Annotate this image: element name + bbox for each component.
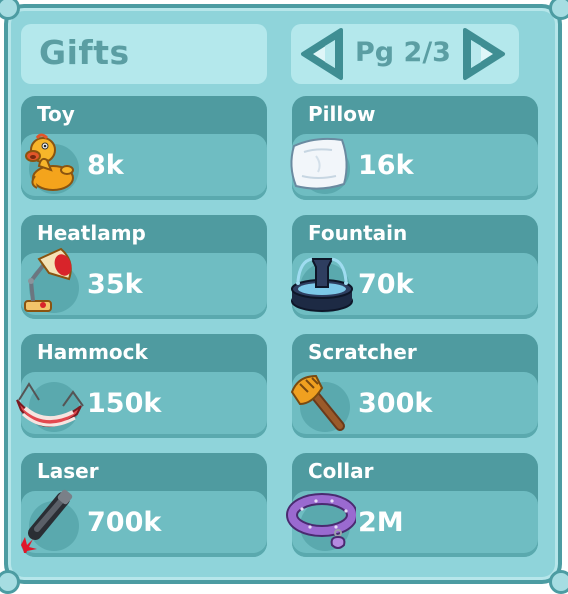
heatlamp-icon bbox=[24, 247, 72, 312]
gift-card-pillow[interactable]: Pillow 16k bbox=[290, 96, 538, 200]
panel-corner-bolt bbox=[549, 570, 568, 594]
gift-name: Laser bbox=[37, 459, 99, 483]
gift-name: Pillow bbox=[308, 102, 376, 126]
gift-name: Heatlamp bbox=[37, 221, 146, 245]
gift-card-fountain[interactable]: Fountain 70k bbox=[291, 215, 538, 319]
gift-price: 150k bbox=[87, 388, 162, 419]
pillow-icon bbox=[290, 137, 348, 190]
panel-corner-bolt bbox=[0, 570, 20, 594]
gift-card-toy[interactable]: Toy 8k bbox=[21, 96, 267, 200]
page-title: Gifts bbox=[39, 33, 130, 72]
page-navigator: Pg 2/3 bbox=[291, 24, 519, 84]
gift-price: 70k bbox=[358, 269, 414, 300]
gift-name: Scratcher bbox=[308, 340, 417, 364]
gift-name: Hammock bbox=[37, 340, 148, 364]
gift-price: 16k bbox=[358, 150, 414, 181]
collar-icon bbox=[286, 493, 356, 549]
fountain-icon bbox=[291, 257, 353, 312]
gift-price: 8k bbox=[87, 150, 124, 181]
previous-page-button[interactable] bbox=[297, 26, 347, 82]
rubber-duck-icon bbox=[25, 133, 74, 191]
page-indicator: Pg 2/3 bbox=[355, 37, 451, 68]
gift-price: 2M bbox=[358, 507, 404, 538]
next-page-button[interactable] bbox=[459, 26, 509, 82]
arrow-left-icon bbox=[301, 28, 343, 80]
gift-card-hammock[interactable]: Hammock 150k bbox=[16, 334, 267, 438]
laser-pointer-icon bbox=[21, 489, 73, 553]
gift-price: 35k bbox=[87, 269, 143, 300]
scratcher-icon bbox=[290, 374, 345, 431]
gift-price: 700k bbox=[87, 507, 162, 538]
arrow-right-icon bbox=[463, 28, 505, 80]
gift-card-scratcher[interactable]: Scratcher 300k bbox=[290, 334, 538, 438]
hammock-icon bbox=[16, 382, 84, 428]
gift-card-heatlamp[interactable]: Heatlamp 35k bbox=[21, 215, 267, 319]
gift-price: 300k bbox=[358, 388, 433, 419]
gift-card-collar[interactable]: Collar 2M bbox=[286, 453, 538, 557]
gift-name: Toy bbox=[37, 102, 75, 126]
gift-name: Collar bbox=[308, 459, 374, 483]
gift-card-laser[interactable]: Laser 700k bbox=[21, 453, 267, 557]
gift-name: Fountain bbox=[308, 221, 408, 245]
title-box: Gifts bbox=[21, 24, 267, 84]
